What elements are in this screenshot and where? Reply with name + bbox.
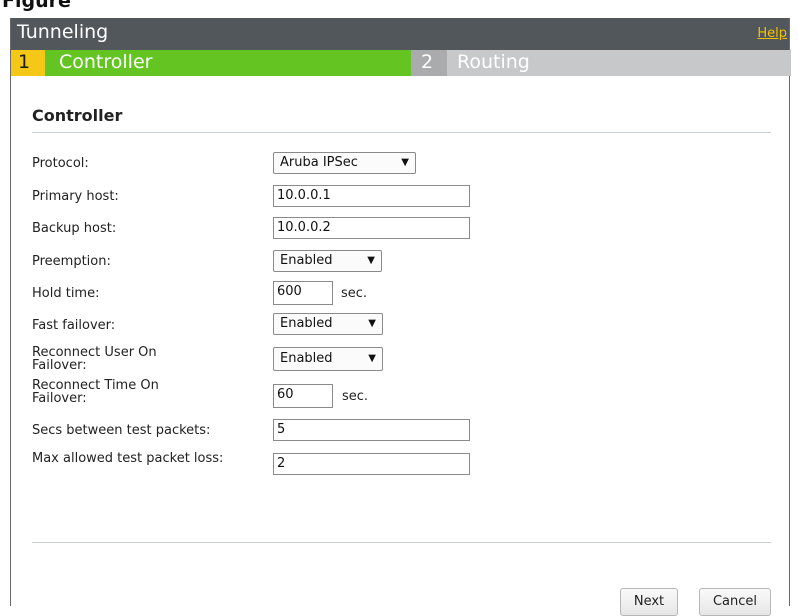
protocol-value: Aruba IPSec (280, 155, 358, 170)
primary-host-label: Primary host: (32, 189, 119, 204)
cancel-button[interactable]: Cancel (699, 588, 771, 616)
reconnect-time-input[interactable]: 60 (273, 384, 333, 408)
step-1-number[interactable]: 1 (11, 50, 45, 76)
secs-between-row: Secs between test packets: 5 (11, 418, 789, 442)
step-2-number[interactable]: 2 (411, 50, 447, 76)
tab-controller-label: Controller (59, 51, 153, 73)
preemption-label: Preemption: (32, 254, 111, 269)
max-loss-input[interactable]: 2 (273, 453, 470, 475)
dropdown-arrow-icon: ▼ (401, 157, 409, 168)
backup-host-label: Backup host: (32, 221, 117, 236)
reconnect-time-row: Reconnect Time On Failover: 60 sec. (11, 378, 789, 408)
backup-host-input[interactable]: 10.0.0.2 (273, 217, 470, 239)
primary-host-row: Primary host: 10.0.0.1 (11, 184, 789, 208)
tab-routing-label: Routing (457, 51, 530, 73)
hold-time-label: Hold time: (32, 286, 100, 301)
help-link[interactable]: Help (757, 26, 787, 41)
window-title: Tunneling (17, 21, 109, 43)
tunneling-window: Tunneling Help 1 Controller 2 Routing Co… (10, 18, 791, 616)
fast-failover-label: Fast failover: (32, 318, 116, 333)
dropdown-arrow-icon: ▼ (368, 318, 376, 329)
reconnect-user-select[interactable]: Enabled ▼ (273, 347, 383, 371)
primary-host-input[interactable]: 10.0.0.1 (273, 185, 470, 207)
wizard-steps: 1 Controller 2 Routing (11, 50, 791, 76)
footer-divider (32, 542, 771, 543)
step-1-number-text: 1 (18, 51, 31, 73)
reconnect-user-row: Reconnect User On Failover: Enabled ▼ (11, 344, 789, 374)
reconnect-user-value: Enabled (280, 351, 333, 366)
preemption-select[interactable]: Enabled ▼ (273, 250, 382, 272)
secs-between-input[interactable]: 5 (273, 419, 470, 441)
fast-failover-value: Enabled (280, 316, 333, 331)
reconnect-user-label: Reconnect User On Failover: (32, 345, 157, 373)
max-loss-row: Max allowed test packet loss: 2 (11, 450, 789, 482)
preemption-value: Enabled (280, 253, 333, 268)
dropdown-arrow-icon: ▼ (367, 255, 375, 266)
reconnect-time-label: Reconnect Time On Failover: (32, 378, 159, 406)
reconnect-time-unit: sec. (342, 389, 369, 404)
preemption-row: Preemption: Enabled ▼ (11, 249, 789, 273)
section-title: Controller (32, 106, 123, 125)
figure-caption: Figure (0, 0, 798, 18)
hold-time-row: Hold time: 600 sec. (11, 281, 789, 305)
dropdown-arrow-icon: ▼ (368, 353, 376, 364)
section-divider (32, 132, 771, 133)
tab-routing[interactable]: Routing (447, 50, 791, 76)
title-bar: Tunneling Help (11, 18, 789, 50)
hold-time-input[interactable]: 600 (273, 281, 333, 305)
protocol-row: Protocol: Aruba IPSec ▼ (11, 152, 789, 176)
secs-between-label: Secs between test packets: (32, 423, 211, 438)
hold-time-unit: sec. (341, 286, 368, 301)
max-loss-label: Max allowed test packet loss: (32, 451, 224, 466)
tab-controller[interactable]: Controller (45, 50, 411, 76)
protocol-select[interactable]: Aruba IPSec ▼ (273, 152, 416, 174)
backup-host-row: Backup host: 10.0.0.2 (11, 216, 789, 240)
step-2-number-text: 2 (421, 51, 434, 73)
next-button[interactable]: Next (620, 588, 678, 616)
fast-failover-row: Fast failover: Enabled ▼ (11, 312, 789, 336)
caption-text: Figure (2, 0, 71, 12)
protocol-label: Protocol: (32, 156, 89, 171)
fast-failover-select[interactable]: Enabled ▼ (273, 313, 383, 335)
